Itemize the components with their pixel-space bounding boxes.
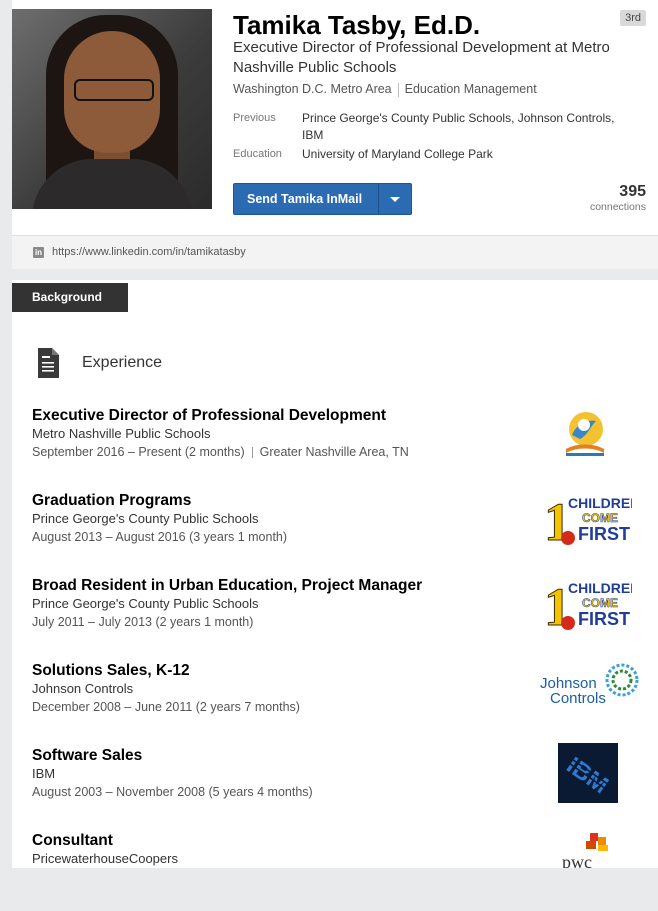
pwc-logo-text: pwc <box>562 852 592 868</box>
ccf-line2: COME <box>582 511 618 525</box>
send-inmail-label[interactable]: Send Tamika InMail <box>234 192 378 206</box>
ibm-logo[interactable]: IBM <box>558 743 618 803</box>
position-title[interactable]: Executive Director of Professional Devel… <box>32 406 632 425</box>
profile-headline: Executive Director of Professional Devel… <box>233 39 610 76</box>
company-name[interactable]: PricewaterhouseCoopers <box>32 850 632 868</box>
connection-degree-badge: 3rd <box>620 10 646 26</box>
background-section: Background Experience Executive Director… <box>12 280 658 868</box>
public-profile-url-bar: in https://www.linkedin.com/in/tamikatas… <box>12 235 658 269</box>
profile-name: Tamika Tasby, Ed.D. <box>233 10 481 40</box>
linkedin-icon: in <box>33 247 44 258</box>
ccf-line3: FIRST <box>578 609 630 629</box>
public-profile-url[interactable]: https://www.linkedin.com/in/tamikatasby <box>52 246 246 258</box>
profile-location[interactable]: Washington D.C. Metro Area <box>233 82 392 96</box>
previous-label: Previous <box>233 112 276 124</box>
ccf-line3: FIRST <box>578 524 630 544</box>
pwc-logo[interactable]: pwc <box>560 833 620 868</box>
connections-label: connections <box>589 201 646 213</box>
children-come-first-logo[interactable]: 1 CHILDREN COME FIRST <box>542 573 633 634</box>
ccf-line2: COME <box>582 596 618 610</box>
previous-value: Prince George's County Public Schools, J… <box>302 111 615 142</box>
johnson-controls-logo[interactable]: Johnson Controls <box>536 660 640 708</box>
ccf-line1: CHILDREN <box>568 580 632 596</box>
position-dates: September 2016 – Present (2 months) Great… <box>32 443 632 462</box>
education-label: Education <box>233 148 282 160</box>
send-inmail-button[interactable]: Send Tamika InMail <box>233 183 412 215</box>
mnps-logo[interactable] <box>560 405 610 461</box>
company-name[interactable]: IBM <box>32 765 632 783</box>
profile-photo[interactable] <box>12 9 212 209</box>
location-industry-row: Washington D.C. Metro Area Education Mana… <box>233 82 537 97</box>
connections-count: 395 <box>619 183 646 200</box>
experience-heading: Experience <box>82 354 163 371</box>
experience-entry: Executive Director of Professional Devel… <box>32 406 632 486</box>
company-name[interactable]: Metro Nashville Public Schools <box>32 425 632 443</box>
profile-card: Tamika Tasby, Ed.D. 3rd Executive Direct… <box>12 0 658 235</box>
position-location: Greater Nashville Area, TN <box>259 445 409 459</box>
background-tab[interactable]: Background <box>12 283 128 312</box>
experience-entry: Software Sales IBM August 2003 – Novembe… <box>32 746 632 826</box>
experience-document-icon <box>38 348 59 378</box>
date-range: September 2016 – Present (2 months) <box>32 445 245 459</box>
profile-industry[interactable]: Education Management <box>405 82 537 96</box>
jc-logo-text-2: Controls <box>550 690 606 707</box>
ccf-line1: CHILDREN <box>568 495 632 511</box>
experience-entry: Consultant PricewaterhouseCoopers <box>32 831 632 911</box>
education-value[interactable]: University of Maryland College Park <box>302 146 632 163</box>
position-title[interactable]: Consultant <box>32 831 632 850</box>
children-come-first-logo[interactable]: 1 CHILDREN COME FIRST <box>542 488 633 549</box>
inmail-dropdown-caret-icon[interactable] <box>379 196 411 202</box>
position-dates: August 2003 – November 2008 (5 years 4 m… <box>32 785 313 799</box>
glasses-shape <box>74 79 154 101</box>
position-title[interactable]: Software Sales <box>32 746 632 765</box>
